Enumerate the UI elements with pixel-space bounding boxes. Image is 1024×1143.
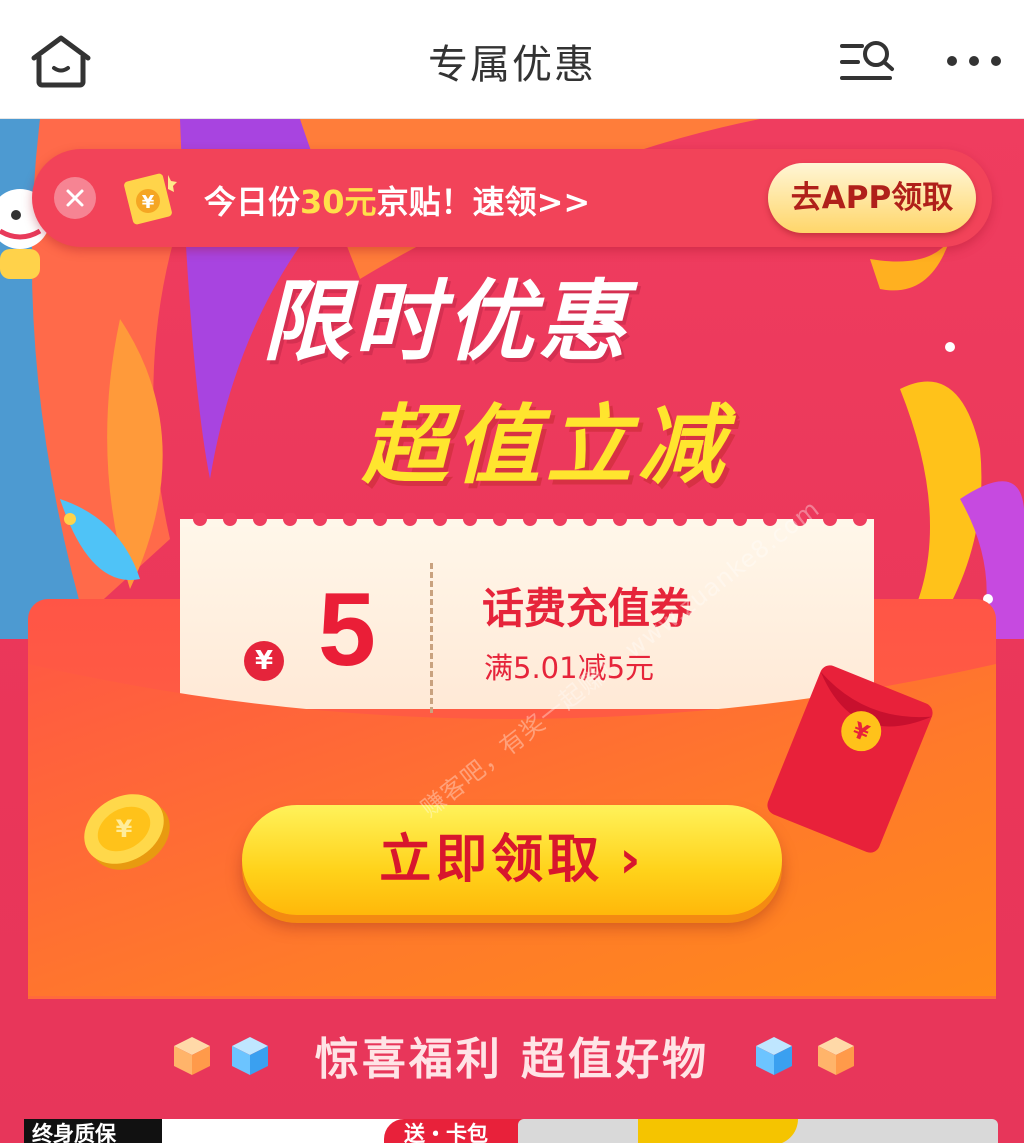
svg-text:¥: ¥	[142, 192, 155, 213]
claim-now-button[interactable]: 立即领取 ›	[242, 805, 782, 915]
close-icon	[66, 189, 84, 207]
search-list-icon[interactable]	[840, 38, 896, 86]
cube-icon	[818, 1037, 854, 1075]
product-card[interactable]	[518, 1119, 998, 1143]
open-app-button[interactable]: 去APP领取	[768, 163, 976, 233]
section-title: 惊喜福利 超值好物	[314, 1034, 710, 1085]
warranty-tag: 终身质保	[24, 1119, 162, 1143]
coupon-ticket-icon: ¥	[124, 173, 177, 225]
gift-badge: 送・卡包	[384, 1119, 526, 1143]
notice-text: 今日份30元京贴！速领>>	[204, 183, 591, 221]
product-image	[638, 1119, 798, 1143]
notice-banner[interactable]: ¥ 今日份30元京贴！速领>> 去APP领取	[32, 149, 992, 247]
cube-icon	[756, 1037, 792, 1075]
close-button[interactable]	[54, 177, 96, 219]
product-card[interactable]: 终身质保 送・卡包	[24, 1119, 526, 1143]
red-packet-icon: ¥	[767, 665, 933, 853]
coin-icon: ¥	[84, 794, 170, 870]
chevron-right-icon: ›	[619, 830, 645, 890]
top-nav-bar: 专属优惠	[0, 0, 1024, 119]
svg-text:¥: ¥	[116, 815, 133, 843]
headline: 限时优惠	[262, 270, 631, 373]
promo-hero: ¥ 今日份30元京贴！速领>> 去APP领取 限时优惠 超值立减 ¥ 5 话费充…	[0, 119, 1024, 1143]
subheadline: 超值立减	[362, 396, 730, 496]
more-icon[interactable]	[944, 52, 1004, 70]
